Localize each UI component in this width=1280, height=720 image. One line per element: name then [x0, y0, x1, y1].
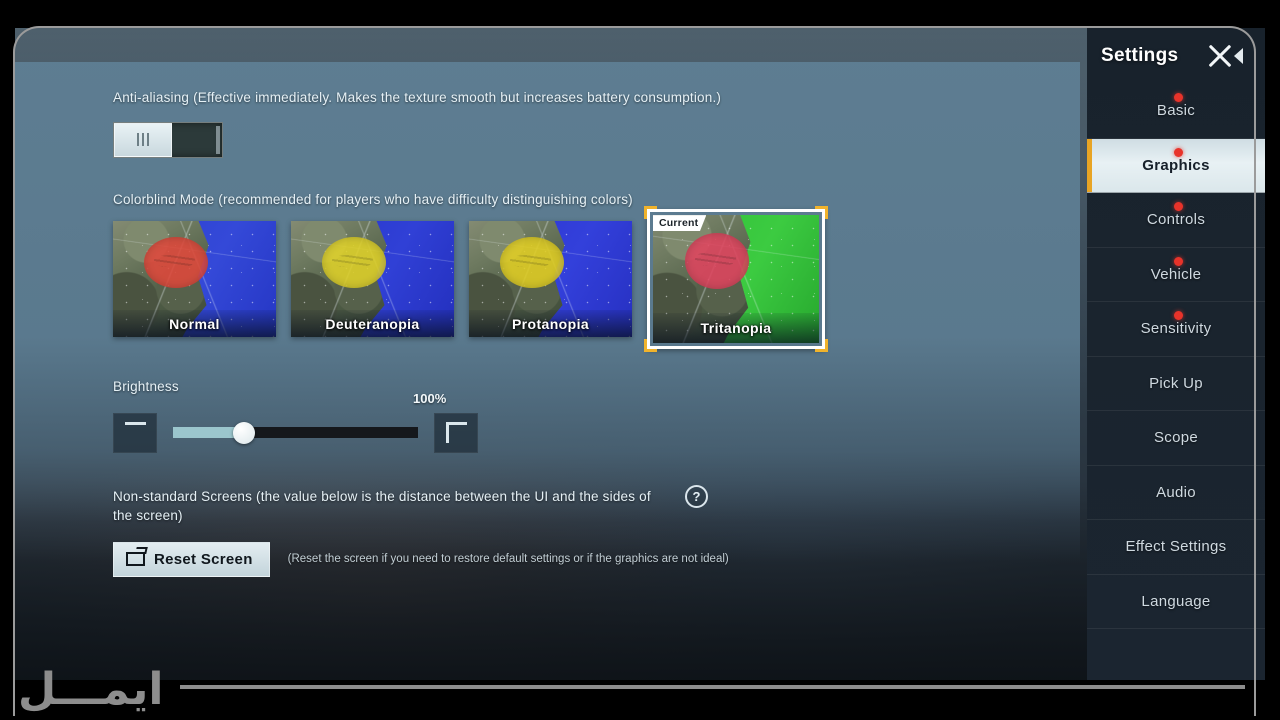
- colorblind-option-normal[interactable]: Normal: [113, 221, 276, 338]
- nonstandard-screens-row: Non-standard Screens (the value below is…: [113, 484, 1080, 526]
- help-icon[interactable]: ?: [685, 484, 708, 508]
- colorblind-option-deuteranopia[interactable]: Deuteranopia: [291, 221, 454, 338]
- watermark-rule: [179, 685, 1245, 689]
- brightness-control-row: 100%: [113, 391, 1080, 453]
- current-badge: Current: [653, 215, 707, 232]
- antialiasing-label: Anti-aliasing (Effective immediately. Ma…: [113, 90, 722, 105]
- toggle-knob: [114, 122, 172, 157]
- colorblind-option-caption: Normal: [113, 310, 276, 338]
- screenshot-root: Anti-aliasing (Effective immediately. Ma…: [0, 0, 1280, 720]
- sidebar-item-label: Vehicle: [1150, 265, 1202, 283]
- colorblind-option-label: Tritanopia: [700, 320, 772, 337]
- brightness-value: 100%: [413, 390, 447, 406]
- notification-dot-icon: [1174, 93, 1183, 102]
- brightness-increase-button[interactable]: [434, 412, 478, 453]
- sidebar-item-audio[interactable]: Audio: [1087, 466, 1265, 520]
- corner-bracket-icon: [644, 339, 657, 353]
- colorblind-option-caption: Tritanopia: [653, 313, 819, 344]
- map-zone-blob: [684, 233, 750, 290]
- sidebar-item-controls[interactable]: Controls: [1087, 193, 1265, 248]
- nonstandard-screens-label: Non-standard Screens (the value below is…: [113, 488, 651, 524]
- sidebar-item-pick-up[interactable]: Pick Up: [1087, 357, 1265, 411]
- page-title: Settings: [1101, 45, 1179, 66]
- sidebar-item-label: Sensitivity: [1140, 320, 1212, 338]
- sidebar-item-basic[interactable]: Basic: [1087, 84, 1265, 139]
- reset-screen-hint: (Reset the screen if you need to restore…: [287, 553, 729, 566]
- sidebar-item-label: Pick Up: [1149, 374, 1203, 392]
- sidebar-item-label: Scope: [1153, 429, 1199, 447]
- colorblind-option-label: Deuteranopia: [325, 315, 420, 332]
- sidebar-item-graphics[interactable]: Graphics: [1087, 138, 1265, 193]
- sidebar-header: Settings: [1087, 28, 1265, 84]
- graphics-settings-panel: Anti-aliasing (Effective immediately. Ma…: [15, 62, 1080, 577]
- map-zone-blob: [321, 237, 386, 289]
- reset-screen-label: Reset Screen: [154, 550, 253, 568]
- colorblind-option-label: Normal: [169, 315, 220, 332]
- close-icon: [1206, 42, 1233, 69]
- sidebar-item-label: Language: [1141, 592, 1211, 610]
- brightness-slider[interactable]: [173, 421, 418, 444]
- map-zone-blob: [499, 237, 564, 289]
- settings-sidebar: Settings Basic Graphics Controls Vehicle…: [1087, 28, 1265, 680]
- colorblind-options-list: Normal Deuteranopia Protanopia Current T…: [113, 206, 1080, 353]
- colorblind-option-protanopia[interactable]: Protanopia: [469, 221, 632, 338]
- sidebar-item-sensitivity[interactable]: Sensitivity: [1087, 302, 1265, 357]
- colorblind-mode-label: Colorblind Mode (recommended for players…: [113, 191, 633, 207]
- colorblind-option-caption: Deuteranopia: [291, 310, 454, 338]
- close-settings-button[interactable]: [1206, 42, 1243, 69]
- collapse-left-icon: [1234, 47, 1243, 64]
- notification-dot-icon: [1174, 311, 1183, 320]
- watermark-text: ایمـــل: [18, 664, 164, 715]
- notification-dot-icon: [1174, 202, 1183, 211]
- sidebar-item-language[interactable]: Language: [1087, 575, 1265, 629]
- sidebar-item-label: Graphics: [1142, 156, 1210, 174]
- minus-icon: [124, 422, 146, 443]
- watermark: ایمـــل: [18, 668, 1245, 712]
- colorblind-option-caption: Protanopia: [469, 310, 632, 338]
- colorblind-option-label: Protanopia: [511, 315, 590, 332]
- sidebar-item-vehicle[interactable]: Vehicle: [1087, 248, 1265, 302]
- sidebar-item-label: Controls: [1146, 211, 1206, 229]
- sidebar-item-label: Basic: [1156, 102, 1196, 120]
- sidebar-item-scope[interactable]: Scope: [1087, 411, 1265, 466]
- brightness-slider-knob[interactable]: [233, 421, 256, 444]
- antialiasing-toggle-row: [113, 121, 1080, 158]
- reset-screen-row: Reset Screen (Reset the screen if you ne…: [113, 541, 1080, 577]
- bottom-bar: [0, 716, 1280, 720]
- brightness-decrease-button[interactable]: [113, 412, 157, 453]
- sidebar-item-label: Effect Settings: [1125, 538, 1227, 556]
- map-zone-blob: [143, 237, 208, 289]
- brightness-label: Brightness: [113, 379, 179, 395]
- corner-bracket-icon: [815, 339, 828, 353]
- notification-dot-icon: [1174, 147, 1183, 157]
- sidebar-item-label: Audio: [1156, 483, 1196, 501]
- plus-icon: [445, 422, 467, 444]
- colorblind-option-tritanopia[interactable]: Current Tritanopia: [644, 206, 828, 353]
- notification-dot-icon: [1174, 256, 1183, 266]
- toggle-tail: [216, 125, 220, 154]
- antialiasing-toggle[interactable]: [113, 121, 223, 158]
- sidebar-item-effect-settings[interactable]: Effect Settings: [1087, 520, 1265, 575]
- corner-bracket-icon: [815, 206, 828, 220]
- reset-screen-button[interactable]: Reset Screen: [113, 541, 270, 577]
- screen-reset-icon: [126, 552, 145, 567]
